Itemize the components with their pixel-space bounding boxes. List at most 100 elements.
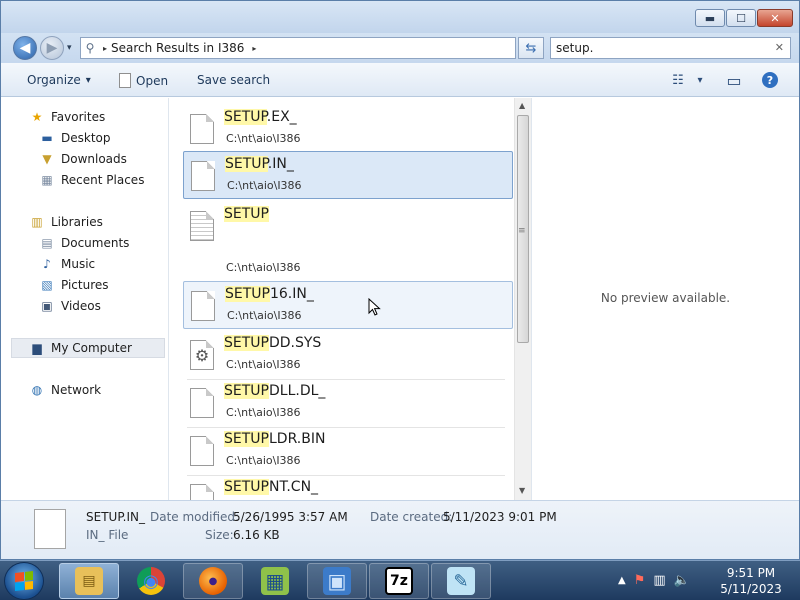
match-highlight: SETUP	[225, 156, 268, 172]
open-button[interactable]: Open	[119, 73, 168, 88]
organize-button[interactable]: Organize ▾	[27, 73, 91, 87]
nav-recent-places[interactable]: ▦ Recent Places	[39, 170, 144, 190]
action-center-icon[interactable]: ⚑	[634, 573, 646, 588]
preview-pane-icon[interactable]: ▭	[725, 71, 743, 90]
nav-desktop[interactable]: ▬ Desktop	[39, 128, 111, 148]
list-item[interactable]: SETUP.EX_ C:\nt\aio\I386	[183, 105, 513, 153]
forward-button[interactable]: ▶	[40, 36, 64, 60]
music-icon: ♪	[43, 257, 51, 271]
documents-icon: ▤	[41, 236, 53, 250]
nav-libraries[interactable]: ▥ Libraries	[29, 212, 103, 232]
taskbar-installer[interactable]: ▦	[245, 563, 305, 599]
chrome-icon: ◉	[137, 567, 165, 595]
downloads-folder-icon: ▼	[42, 152, 52, 166]
nav-pictures[interactable]: ▧ Pictures	[39, 275, 109, 295]
date-modified-value[interactable]: 5/26/1995 3:57 AM	[233, 510, 348, 524]
scroll-up-icon[interactable]: ▲	[519, 101, 525, 110]
back-button[interactable]: ◀	[13, 36, 37, 60]
title-bar[interactable]: ▬ ☐ ✕	[1, 1, 799, 33]
text-file-icon	[190, 211, 214, 241]
recent-pages-dropdown[interactable]: ▾	[67, 43, 72, 53]
open-label: Open	[136, 73, 169, 88]
breadcrumb-separator[interactable]: ▸	[99, 44, 111, 53]
taskbar-7zip[interactable]: 7z	[369, 563, 429, 599]
nav-downloads[interactable]: ▼ Downloads	[39, 149, 127, 169]
match-highlight: SETUP	[224, 431, 269, 447]
maximize-button[interactable]: ☐	[726, 9, 756, 27]
view-options-dropdown[interactable]: ▾	[691, 71, 709, 89]
taskbar-notepad[interactable]: ✎	[431, 563, 491, 599]
clock[interactable]: 9:51 PM 5/11/2023	[716, 565, 786, 597]
nav-label: Pictures	[61, 278, 109, 292]
notepad-icon: ✎	[447, 567, 475, 595]
recent-places-icon: ▦	[41, 173, 53, 187]
save-search-button[interactable]: Save search	[197, 73, 270, 87]
list-item[interactable]: SETUPLDR.BIN C:\nt\aio\I386	[183, 427, 513, 476]
date-created-label: Date created:	[370, 510, 453, 524]
command-bar: Organize ▾ Open Save search ☷ ▾ ▭ ?	[1, 63, 799, 97]
refresh-button[interactable]: ⇆	[518, 37, 544, 59]
match-highlight: SETUP	[225, 286, 270, 302]
taskbar-chrome[interactable]: ◉	[121, 563, 181, 599]
preview-message: No preview available.	[600, 291, 731, 305]
list-item-hovered[interactable]: SETUP16.IN_ C:\nt\aio\I386	[183, 281, 513, 329]
file-name: SETUPLDR.BIN	[224, 431, 325, 447]
nav-music[interactable]: ♪ Music	[39, 254, 95, 274]
file-icon	[191, 291, 215, 321]
taskbar-explorer[interactable]: ▤	[59, 563, 119, 599]
show-hidden-icons-icon[interactable]: ▲	[618, 575, 626, 588]
taskbar-firefox[interactable]: ●	[183, 563, 243, 599]
search-input[interactable]: setup. ✕	[550, 37, 791, 59]
nav-documents[interactable]: ▤ Documents	[39, 233, 129, 253]
details-pane: SETUP.IN_ IN_ File Date modified: 5/26/1…	[1, 500, 799, 559]
minimize-button[interactable]: ▬	[695, 9, 725, 27]
windows-logo-icon	[15, 571, 33, 591]
selected-file-icon	[34, 509, 66, 549]
clock-date: 5/11/2023	[720, 582, 782, 596]
nav-label: Downloads	[61, 152, 127, 166]
taskbar: ▤ ◉ ● ▦ ▣ 7z ✎ ▲ ⚑ ▥ 🔈 9:51 PM 5/11/2023	[0, 560, 800, 600]
nav-network[interactable]: ◍ Network	[29, 380, 101, 400]
system-file-icon: ⚙	[190, 340, 214, 370]
pictures-icon: ▧	[41, 278, 53, 292]
change-view-icon[interactable]: ☷	[669, 71, 687, 89]
list-item[interactable]: ⚙ SETUPDD.SYS C:\nt\aio\I386	[183, 331, 513, 380]
date-created-value[interactable]: 5/11/2023 9:01 PM	[443, 510, 557, 524]
organize-label: Organize	[27, 73, 81, 87]
breadcrumb-separator-end[interactable]: ▸	[248, 44, 260, 53]
list-item[interactable]: SETUP C:\nt\aio\I386	[183, 202, 513, 280]
taskbar-control-panel[interactable]: ▣	[307, 563, 367, 599]
file-name: SETUP.EX_	[224, 109, 297, 125]
address-bar[interactable]: ⚲ ▸ Search Results in I386 ▸	[80, 37, 516, 59]
file-name: SETUP16.IN_	[225, 286, 314, 302]
window-controls: ▬ ☐ ✕	[695, 9, 793, 27]
scroll-down-icon[interactable]: ▼	[519, 486, 525, 495]
mouse-cursor-icon	[368, 298, 381, 316]
list-item-selected[interactable]: SETUP.IN_ C:\nt\aio\I386	[183, 151, 513, 199]
nav-label: Network	[51, 383, 102, 397]
volume-icon[interactable]: 🔈	[674, 573, 690, 588]
vertical-scrollbar[interactable]: ▲ ≡ ▼	[514, 98, 531, 500]
nav-videos[interactable]: ▣ Videos	[39, 296, 101, 316]
nav-favorites[interactable]: ★ Favorites	[29, 107, 106, 127]
nav-label: Recent Places	[61, 173, 145, 187]
size-label: Size:	[205, 528, 234, 542]
file-path: C:\nt\aio\I386	[226, 358, 301, 371]
help-icon[interactable]: ?	[762, 72, 778, 88]
close-button[interactable]: ✕	[757, 9, 793, 27]
list-item[interactable]: SETUPDLL.DL_ C:\nt\aio\I386	[183, 379, 513, 428]
list-item[interactable]: SETUPNT.CN_	[183, 475, 513, 500]
7zip-icon: 7z	[385, 567, 413, 595]
breadcrumb[interactable]: Search Results in I386	[111, 41, 244, 55]
nav-my-computer[interactable]: ▆ My Computer	[11, 338, 165, 358]
nav-label: Favorites	[51, 110, 106, 124]
nav-label: Desktop	[61, 131, 111, 145]
computer-icon: ▆	[32, 341, 42, 355]
network-icon: ◍	[31, 383, 43, 397]
clear-search-icon[interactable]: ✕	[775, 41, 784, 54]
match-highlight: SETUP	[224, 479, 269, 495]
start-button[interactable]	[4, 562, 44, 600]
match-highlight: SETUP	[224, 335, 269, 351]
file-name: SETUP.IN_	[225, 156, 294, 172]
network-status-icon[interactable]: ▥	[653, 573, 665, 588]
